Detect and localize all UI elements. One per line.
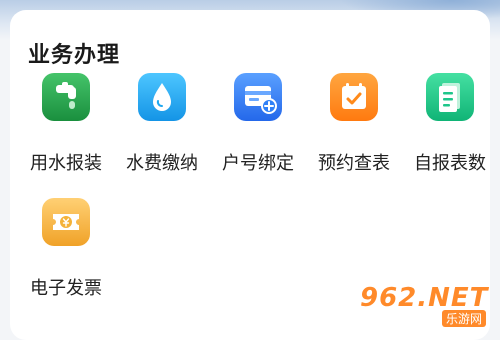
- watermark-text: 乐游网: [441, 310, 486, 327]
- ticket-yuan-icon: [42, 198, 90, 246]
- watermark-brand: 962.NET: [360, 283, 489, 313]
- service-e-invoice[interactable]: 电子发票: [18, 198, 114, 308]
- service-self-report[interactable]: 自报表数: [402, 73, 498, 183]
- service-label: 用水报装: [30, 153, 102, 174]
- service-account-binding[interactable]: 户号绑定: [210, 73, 306, 183]
- service-meter-appointment[interactable]: 预约查表: [306, 73, 402, 183]
- calendar-check-icon: [330, 73, 378, 121]
- watermark-logo: 962.NET 乐游网: [360, 283, 490, 327]
- service-label: 自报表数: [414, 153, 486, 174]
- card-add-icon: [234, 73, 282, 121]
- water-drop-icon: [138, 73, 186, 121]
- service-label: 户号绑定: [222, 153, 294, 174]
- service-label: 预约查表: [318, 153, 390, 174]
- document-icon: [426, 73, 474, 121]
- section-title: 业务办理: [28, 43, 121, 68]
- service-water-install[interactable]: 用水报装: [18, 73, 114, 183]
- service-label: 电子发票: [30, 278, 102, 299]
- water-tap-icon: [42, 73, 90, 121]
- service-water-payment[interactable]: 水费缴纳: [114, 73, 210, 183]
- service-label: 水费缴纳: [126, 153, 198, 174]
